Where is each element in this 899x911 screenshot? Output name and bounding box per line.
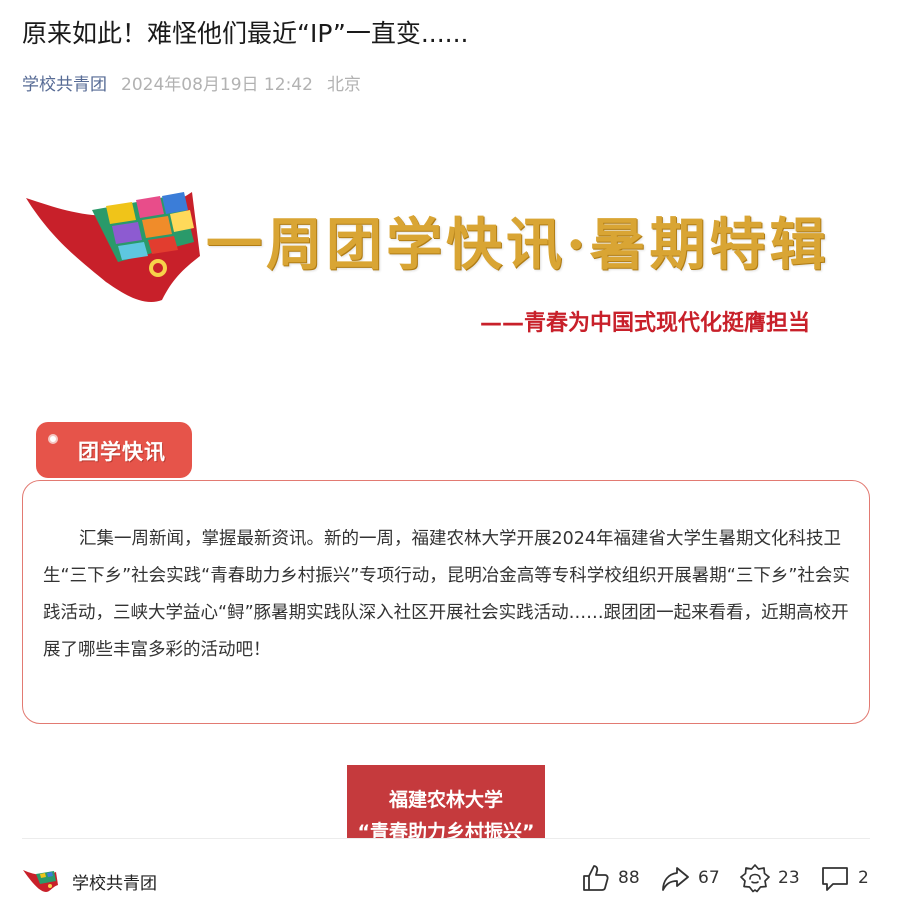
- bottom-action-bar: 学校共青团 88 67 23 2: [0, 839, 899, 911]
- account-avatar[interactable]: [22, 865, 60, 893]
- thumbs-up-icon: [583, 865, 609, 891]
- article-meta: 学校共青团 2024年08月19日 12:42 北京: [22, 70, 361, 95]
- comment-icon: [822, 867, 848, 891]
- comment-button[interactable]: 2: [820, 863, 869, 893]
- share-count: 67: [698, 868, 720, 888]
- favorite-count: 23: [778, 868, 800, 888]
- account-link[interactable]: 学校共青团: [22, 70, 107, 95]
- intro-card: 汇集一周新闻，掌握最新资讯。新的一周，福建农林大学开展2024年福建省大学生暑期…: [22, 480, 870, 724]
- article-banner: 一周团学快讯·暑期特辑 ——青春为中国式现代化挺膺担当: [22, 170, 870, 350]
- publish-location: 北京: [326, 75, 361, 95]
- share-icon: [662, 867, 689, 891]
- share-button[interactable]: 67: [660, 863, 720, 893]
- banner-title: 一周团学快讯·暑期特辑: [206, 212, 830, 278]
- youth-league-logo: [26, 192, 200, 303]
- section-tag: 团学快讯: [36, 422, 192, 478]
- favorite-button[interactable]: 23: [740, 863, 800, 893]
- footer-account-name[interactable]: 学校共青团: [72, 869, 157, 894]
- intro-text: 汇集一周新闻，掌握最新资讯。新的一周，福建农林大学开展2024年福建省大学生暑期…: [43, 529, 850, 660]
- publish-date: 2024年08月19日 12:42: [121, 75, 313, 95]
- like-button[interactable]: 88: [580, 863, 640, 893]
- comment-count: 2: [858, 868, 869, 888]
- school-heading-box: 福建农林大学 “青春助力乡村振兴”: [347, 765, 545, 839]
- school-heading-line2: “青春助力乡村振兴”: [357, 821, 535, 839]
- like-count: 88: [618, 868, 640, 888]
- article-title: 原来如此！难怪他们最近“IP”一直变......: [22, 19, 469, 48]
- section-tag-label: 团学快讯: [78, 440, 166, 464]
- school-heading-line1: 福建农林大学: [388, 789, 503, 811]
- banner-subtitle: ——青春为中国式现代化挺膺担当: [480, 311, 811, 336]
- tag-dot-icon: [48, 434, 58, 444]
- favorite-icon: [740, 864, 770, 893]
